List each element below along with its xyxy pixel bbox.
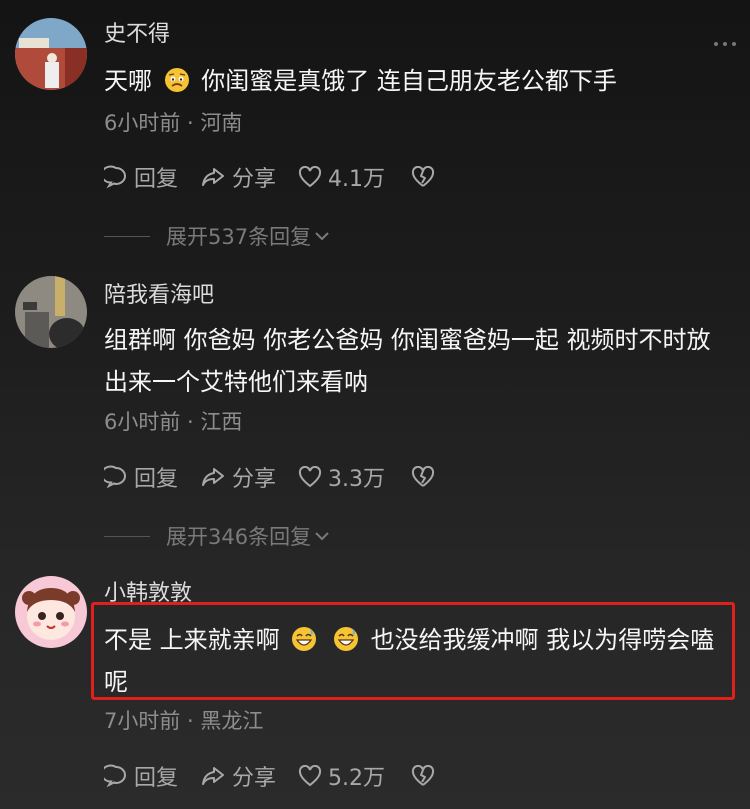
share-button[interactable]: 分享 (200, 760, 276, 792)
worried-emoji-icon (164, 68, 189, 92)
username[interactable]: 陪我看海吧 (104, 281, 214, 311)
like-button[interactable]: 5.2万 (298, 760, 385, 792)
comment-actions: 回复 分享 3.3万 (104, 460, 463, 494)
broken-heart-icon (411, 466, 435, 487)
share-icon (202, 168, 225, 186)
reply-icon (104, 165, 126, 189)
share-label: 分享 (232, 766, 277, 791)
expand-label: 展开537条回复 (166, 225, 312, 249)
reply-icon (104, 764, 126, 788)
heart-icon (298, 166, 322, 188)
comment-text-part: 你闺蜜是真饿了 连自己朋友老公都下手 (201, 67, 617, 95)
share-label: 分享 (232, 467, 277, 492)
share-label: 分享 (232, 167, 277, 192)
comment-meta: 7小时前 · 黑龙江 (104, 709, 264, 733)
like-button[interactable]: 4.1万 (298, 161, 385, 193)
comment-text: 组群啊 你爸妈 你老公爸妈 你闺蜜爸妈一起 视频时不时放出来一个艾特他们来看呐 (104, 326, 711, 396)
chevron-down-icon (315, 232, 329, 241)
reply-label: 回复 (134, 167, 179, 192)
comment-text-part: 天哪 (104, 67, 152, 95)
broken-heart-icon (411, 765, 435, 786)
share-button[interactable]: 分享 (200, 461, 276, 493)
dislike-button[interactable] (411, 466, 441, 488)
reply-icon (104, 465, 126, 489)
broken-heart-icon (411, 166, 435, 187)
username[interactable]: 史不得 (104, 20, 170, 50)
highlight-box (91, 602, 735, 700)
divider-line (104, 235, 150, 237)
reply-label: 回复 (134, 467, 179, 492)
heart-icon (298, 466, 322, 488)
reply-button[interactable]: 回复 (104, 161, 178, 193)
comment-meta: 6小时前 · 江西 (104, 410, 243, 434)
reply-button[interactable]: 回复 (104, 461, 178, 493)
reply-button[interactable]: 回复 (104, 760, 178, 792)
like-count: 5.2万 (328, 766, 386, 791)
chevron-down-icon (315, 532, 329, 541)
share-icon (202, 468, 225, 486)
expand-label: 展开346条回复 (166, 525, 312, 549)
like-count: 3.3万 (328, 467, 386, 492)
divider-line (104, 535, 150, 537)
avatar[interactable] (15, 18, 87, 90)
avatar[interactable] (15, 276, 87, 348)
expand-replies-button[interactable]: 展开346条回复 (104, 521, 331, 551)
comment-meta: 6小时前 · 河南 (104, 111, 243, 135)
dislike-button[interactable] (411, 765, 441, 787)
comment-text: 天哪 你闺蜜是真饿了 连自己朋友老公都下手 (104, 60, 734, 102)
like-button[interactable]: 3.3万 (298, 461, 385, 493)
expand-replies-button[interactable]: 展开537条回复 (104, 221, 331, 251)
comment-actions: 回复 分享 5.2万 (104, 759, 463, 793)
avatar[interactable] (15, 576, 87, 648)
share-button[interactable]: 分享 (200, 161, 276, 193)
reply-label: 回复 (134, 766, 179, 791)
dislike-button[interactable] (411, 166, 441, 188)
share-icon (202, 767, 225, 785)
comment-actions: 回复 分享 4.1万 (104, 160, 463, 194)
more-options-icon[interactable] (714, 42, 736, 46)
like-count: 4.1万 (328, 167, 386, 192)
heart-icon (298, 765, 322, 787)
